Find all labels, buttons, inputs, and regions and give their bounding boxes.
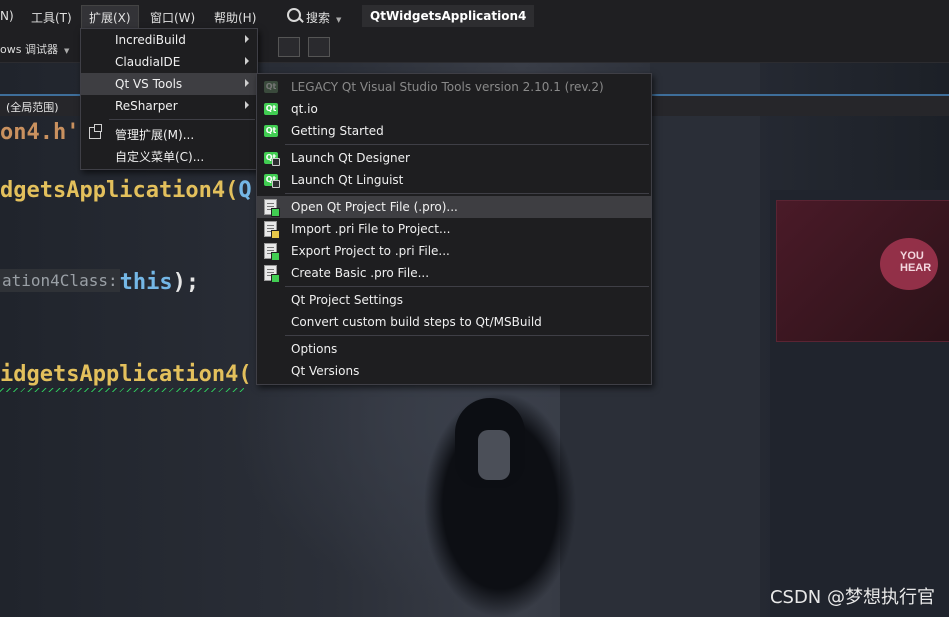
menu-item-manage-extensions[interactable]: 管理扩展(M)... xyxy=(81,122,257,144)
menu-item-import-pri-file[interactable]: Import .pri File to Project... xyxy=(257,218,651,240)
qt-logo-icon: Qt xyxy=(264,103,278,115)
menu-item-convert-build-steps[interactable]: Convert custom build steps to Qt/MSBuild xyxy=(257,311,651,333)
menu-item-getting-started[interactable]: Qt Getting Started xyxy=(257,120,651,142)
export-pri-icon xyxy=(264,243,280,261)
qt-logo-icon: Qt xyxy=(264,125,278,137)
code-line[interactable]: idgetsApplication4( xyxy=(0,362,252,387)
qt-vs-tools-menu: Qt LEGACY Qt Visual Studio Tools version… xyxy=(256,73,652,385)
submenu-arrow-icon xyxy=(245,57,249,65)
menu-item-launch-qt-linguist[interactable]: Qt Launch Qt Linguist xyxy=(257,169,651,191)
menu-item-open-qt-project-file[interactable]: Open Qt Project File (.pro)... xyxy=(257,196,651,218)
search-button[interactable]: 搜索 ▼ xyxy=(306,9,341,26)
menu-tools[interactable]: 工具(T) xyxy=(31,9,72,26)
chevron-down-icon: ▼ xyxy=(336,16,342,24)
menu-separator xyxy=(285,144,649,145)
menu-item-resharper[interactable]: ReSharper xyxy=(81,95,257,117)
menu-item-qt-vs-tools[interactable]: Qt VS Tools xyxy=(81,73,257,95)
menu-view[interactable]: N) xyxy=(0,9,14,23)
menu-separator xyxy=(109,119,255,120)
chevron-down-icon: ▼ xyxy=(63,47,70,55)
code-line[interactable]: ation4Class:this); xyxy=(0,269,199,295)
menu-window[interactable]: 窗口(W) xyxy=(150,9,195,26)
scope-dropdown[interactable]: (全局范围) xyxy=(6,99,59,115)
watermark: CSDN @梦想执行官 xyxy=(769,587,935,608)
submenu-arrow-icon xyxy=(245,79,249,87)
search-icon[interactable] xyxy=(287,8,301,22)
menu-separator xyxy=(285,335,649,336)
code-line[interactable]: dgetsApplication4(Q xyxy=(0,178,252,203)
window-layout-icon[interactable] xyxy=(308,37,330,57)
manage-extensions-icon xyxy=(89,124,102,139)
submenu-arrow-icon xyxy=(245,101,249,109)
qt-logo-icon: Qt xyxy=(264,81,278,93)
create-pro-icon xyxy=(264,265,280,283)
qt-designer-icon: Qt xyxy=(264,152,280,166)
menu-item-qt-version-info: Qt LEGACY Qt Visual Studio Tools version… xyxy=(264,80,604,94)
menu-item-incredibuild[interactable]: IncrediBuild xyxy=(81,29,257,51)
menu-item-options[interactable]: Options xyxy=(257,338,651,360)
menu-item-create-basic-pro-file[interactable]: Create Basic .pro File... xyxy=(257,262,651,284)
menu-item-export-pri-file[interactable]: Export Project to .pri File... xyxy=(257,240,651,262)
open-pro-file-icon xyxy=(264,199,280,217)
menu-separator xyxy=(285,193,649,194)
menu-help[interactable]: 帮助(H) xyxy=(214,9,256,26)
menu-item-qt-versions[interactable]: Qt Versions xyxy=(257,360,651,382)
billboard-text: YOU HEAR xyxy=(900,250,932,274)
menu-item-qt-io[interactable]: Qt qt.io xyxy=(257,98,651,120)
menu-separator xyxy=(285,286,649,287)
qt-linguist-icon: Qt xyxy=(264,174,280,188)
parameter-hint: ation4Class: xyxy=(0,269,120,292)
code-filename: on4.h' xyxy=(0,120,80,145)
submenu-arrow-icon xyxy=(245,35,249,43)
menu-item-qt-project-settings[interactable]: Qt Project Settings xyxy=(257,289,651,311)
background-figure-face xyxy=(478,430,510,480)
import-pri-icon xyxy=(264,221,280,239)
project-title: QtWidgetsApplication4 xyxy=(362,5,535,27)
menu-item-claudiaide[interactable]: ClaudiaIDE xyxy=(81,51,257,73)
background-building xyxy=(650,60,760,617)
menu-item-launch-qt-designer[interactable]: Qt Launch Qt Designer xyxy=(257,147,651,169)
debugger-dropdown[interactable]: ows 调试器 ▼ xyxy=(0,41,69,57)
menu-item-customize-menu[interactable]: 自定义菜单(C)... xyxy=(81,144,257,166)
folder-icon[interactable] xyxy=(278,37,300,57)
extensions-menu: IncrediBuild ClaudiaIDE Qt VS Tools ReSh… xyxy=(80,28,258,170)
error-squiggle xyxy=(0,388,244,392)
